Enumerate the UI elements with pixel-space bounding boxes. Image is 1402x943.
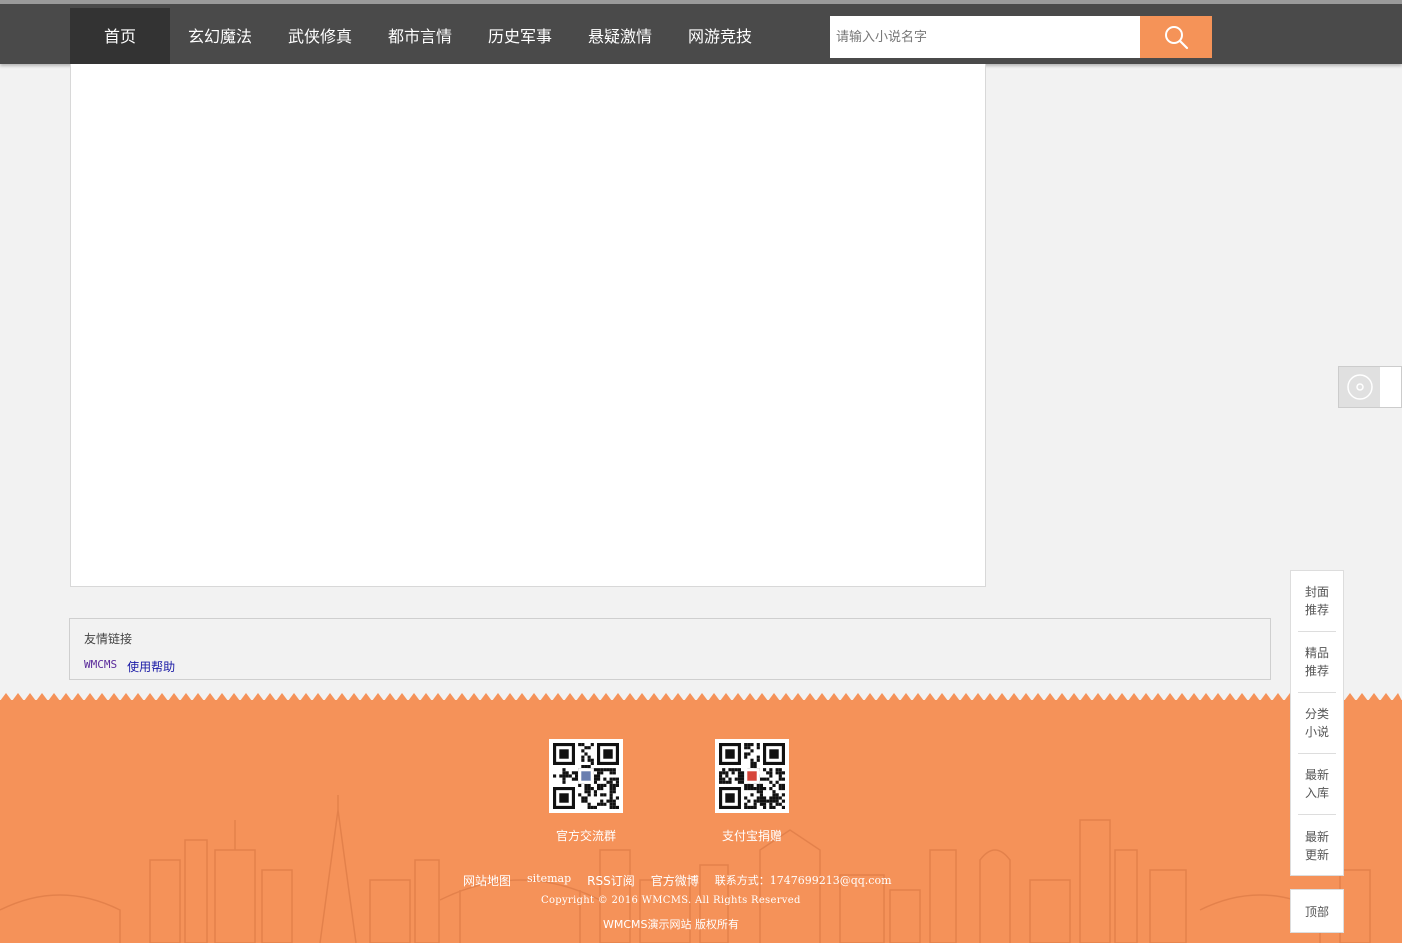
- side-item-categories[interactable]: 分类 小说: [1298, 693, 1336, 754]
- back-to-top-button[interactable]: 顶部: [1290, 889, 1344, 933]
- search-icon: [1165, 26, 1189, 50]
- qr-label-alipay: 支付宝捐赠: [721, 829, 782, 843]
- side-item-cover-recommend[interactable]: 封面 推荐: [1298, 571, 1336, 632]
- main-content-panel: [70, 64, 986, 587]
- friend-links-box: 友情链接 WMCMS 使用帮助: [69, 618, 1271, 680]
- footer-link-sitemap-cn[interactable]: 网站地图: [463, 872, 511, 889]
- category-nav: 首页 玄幻魔法 武侠修真 都市言情 历史军事 悬疑激情 网游竞技: [70, 8, 770, 68]
- qr-group: [549, 739, 623, 813]
- search-button[interactable]: [1140, 16, 1212, 58]
- friend-links-title: 友情链接: [84, 632, 133, 646]
- footer-links: 网站地图 sitemap RSS订阅 官方微博 联系方式：1747699213@…: [463, 872, 892, 889]
- nav-item-mystery[interactable]: 悬疑激情: [570, 8, 670, 68]
- side-item-latest-updates[interactable]: 最新 更新: [1298, 815, 1336, 876]
- link-help[interactable]: 使用帮助: [127, 658, 175, 675]
- qr-label-group: 官方交流群: [555, 829, 616, 843]
- footer: 官方交流群 支付宝捐赠 网站地图 sitemap RSS订阅 官方微博 联系方式…: [0, 700, 1402, 943]
- side-item-new-arrivals[interactable]: 最新 入库: [1298, 754, 1336, 815]
- side-quick-menu: 封面 推荐 精品 推荐 分类 小说 最新 入库 最新 更新: [1290, 570, 1344, 876]
- nav-item-history[interactable]: 历史军事: [470, 8, 570, 68]
- nav-item-urban[interactable]: 都市言情: [370, 8, 470, 68]
- nav-item-online-game[interactable]: 网游竞技: [670, 8, 770, 68]
- search-input[interactable]: [830, 16, 1140, 58]
- nav-item-wuxia[interactable]: 武侠修真: [270, 8, 370, 68]
- nav-item-home[interactable]: 首页: [70, 8, 170, 68]
- site-rights-text: WMCMS演示网站 版权所有: [603, 918, 740, 931]
- footer-link-rss[interactable]: RSS订阅: [587, 872, 635, 889]
- floating-player-tab[interactable]: [1338, 366, 1402, 408]
- friend-links-list: WMCMS 使用帮助: [84, 658, 175, 675]
- footer-link-weibo[interactable]: 官方微博: [651, 872, 699, 889]
- copyright-text: Copyright © 2016 WMCMS. All Rights Reser…: [541, 895, 801, 906]
- footer-link-sitemap[interactable]: sitemap: [527, 872, 571, 889]
- footer-contact: 联系方式：1747699213@qq.com: [714, 874, 892, 887]
- qr-alipay: [715, 739, 789, 813]
- link-wmcms[interactable]: WMCMS: [84, 658, 117, 675]
- qr-code-icon: [553, 743, 619, 809]
- qr-code-icon: [719, 743, 785, 809]
- top-navigation-bar: 首页 玄幻魔法 武侠修真 都市言情 历史军事 悬疑激情 网游竞技: [0, 0, 1402, 68]
- disc-icon: [1339, 367, 1380, 407]
- side-item-featured[interactable]: 精品 推荐: [1298, 632, 1336, 693]
- nav-item-fantasy[interactable]: 玄幻魔法: [170, 8, 270, 68]
